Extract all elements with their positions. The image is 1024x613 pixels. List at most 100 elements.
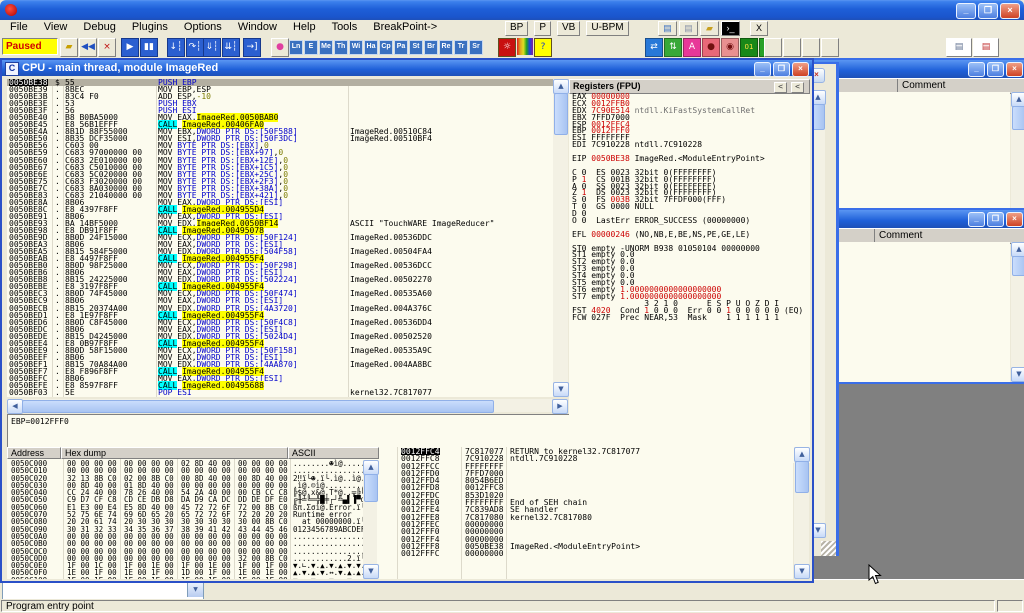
disasm-row[interactable]: 0050BE3B.83C4 F0ADD ESP,-10: [7, 93, 553, 100]
source-icon[interactable]: ▤: [679, 21, 698, 36]
address-column-header[interactable]: Address: [7, 447, 61, 459]
register-line[interactable]: FCW 027F Prec NEAR,53 Mask 1 1 1 1 1 1: [572, 315, 810, 322]
maximize-button[interactable]: ❐: [987, 62, 1004, 77]
menu-item-breakpoint[interactable]: BreakPoint->: [365, 20, 445, 36]
scroll-left-icon[interactable]: ◀: [7, 399, 23, 414]
menu-item-help[interactable]: Help: [285, 20, 324, 36]
register-line[interactable]: EFL 00000246 (NO,NB,E,BE,NS,PE,GE,LE): [572, 232, 810, 239]
disassembly-pane[interactable]: 0050BE38$55PUSH EBP0050BE39.8BECMOV EBP,…: [7, 79, 553, 397]
disasm-row[interactable]: 0050BE38$55PUSH EBP: [7, 79, 553, 86]
toolbar-empty-button[interactable]: [802, 38, 820, 57]
record-button[interactable]: ●: [702, 38, 720, 57]
menu-item-window[interactable]: Window: [230, 20, 285, 36]
scrollbar-thumb[interactable]: [22, 400, 494, 413]
pane-button-re[interactable]: Re: [439, 40, 453, 55]
disasm-hscrollbar[interactable]: ◀ ▶: [7, 399, 568, 412]
hexdump-column-header[interactable]: Hex dump: [61, 447, 288, 459]
close-button[interactable]: ×: [792, 62, 809, 77]
step-over-button[interactable]: ↷┆: [186, 38, 204, 57]
side-window-middle-titlebar[interactable]: _ ❐ ×: [808, 210, 1024, 228]
stack-row[interactable]: 0012FFF80050BE38ImageRed.<ModuleEntryPoi…: [379, 543, 793, 550]
scrollbar[interactable]: ▲ ▼: [1011, 242, 1024, 382]
dump-pane[interactable]: Address Hex dump ASCII 0050C00000 00 00 …: [7, 447, 379, 579]
pane-button-br[interactable]: Br: [424, 40, 438, 55]
resize-grip[interactable]: [821, 541, 836, 556]
close-button[interactable]: ×: [1006, 62, 1023, 77]
maximize-button[interactable]: ❐: [987, 212, 1004, 227]
scrollbar-thumb[interactable]: [554, 93, 568, 135]
pane-button-me[interactable]: Me: [319, 40, 333, 55]
scroll-up-icon[interactable]: ▲: [363, 460, 379, 475]
register-line[interactable]: O 0 LastErr ERROR_SUCCESS (00000000): [572, 218, 810, 225]
registers-pane[interactable]: Registers (FPU) < < EAX 00000000ECX 0012…: [569, 79, 810, 463]
menu-item-options[interactable]: Options: [176, 20, 230, 36]
menu-item-plugins[interactable]: Plugins: [124, 20, 176, 36]
scrollbar-thumb[interactable]: [795, 461, 809, 493]
menu-button-bp[interactable]: BP: [505, 21, 528, 36]
main-titlebar[interactable]: _ ❐ ×: [0, 0, 1024, 20]
scroll-up-icon[interactable]: ▲: [1011, 242, 1024, 257]
animate-over-button[interactable]: ⇊┆: [222, 38, 240, 57]
stack-row[interactable]: 0012FFE87C817080kernel32.7C817080: [379, 514, 793, 521]
folder-icon[interactable]: ▰: [700, 21, 719, 36]
info-pane[interactable]: EBP=0012FFF0: [7, 414, 573, 449]
scroll-up-icon[interactable]: ▲: [794, 447, 810, 462]
stack-row[interactable]: 0012FFF000000000: [379, 528, 793, 535]
toolbar-empty-button[interactable]: [783, 38, 801, 57]
maximize-button[interactable]: ❐: [978, 3, 998, 19]
pane-button-ha[interactable]: Ha: [364, 40, 378, 55]
pane-button-th[interactable]: Th: [334, 40, 348, 55]
appearance-button[interactable]: [517, 38, 533, 55]
pause-button[interactable]: ▮▮: [140, 38, 158, 57]
scroll-down-icon[interactable]: ▼: [553, 382, 569, 397]
pane-button-ln[interactable]: Ln: [289, 40, 303, 55]
pane-button-st[interactable]: St: [409, 40, 423, 55]
stack-row[interactable]: 0012FFD80012FFC8: [379, 484, 793, 491]
registers-scroll-left[interactable]: <: [774, 82, 787, 93]
scrollbar-thumb[interactable]: [1012, 256, 1024, 276]
close-program-button[interactable]: ×: [98, 38, 116, 57]
stack-row[interactable]: 0012FFC47C817077RETURN to kernel32.7C817…: [379, 448, 793, 455]
pane-button-e[interactable]: E: [304, 40, 318, 55]
toolbar-empty-button[interactable]: [821, 38, 839, 57]
command-input[interactable]: [3, 588, 6, 599]
minimize-button[interactable]: _: [968, 212, 985, 227]
pane-button-pa[interactable]: Pa: [394, 40, 408, 55]
command-combobox[interactable]: ▼: [2, 582, 204, 600]
ascii-button[interactable]: A: [683, 38, 701, 57]
scroll-down-icon[interactable]: ▼: [363, 564, 379, 579]
stack-row[interactable]: 0012FFE0FFFFFFFFEnd of SEH chain: [379, 499, 793, 506]
pane-button-cp[interactable]: Cp: [379, 40, 393, 55]
help-button[interactable]: ?: [534, 38, 552, 57]
ascii-column-header[interactable]: ASCII: [288, 447, 379, 459]
stack-row[interactable]: 0012FFCCFFFFFFFF: [379, 463, 793, 470]
stack-row[interactable]: 0012FFD07FFD7000: [379, 470, 793, 477]
scroll-down-icon[interactable]: ▼: [794, 564, 810, 579]
menu-item-debug[interactable]: Debug: [75, 20, 123, 36]
stack-row[interactable]: 0012FFC87C910228ntdll.7C910228: [379, 455, 793, 462]
stack-row[interactable]: 0012FFEC00000000: [379, 521, 793, 528]
animate-into-button[interactable]: ⇓┆: [203, 38, 221, 57]
marker-icon[interactable]: ●: [271, 38, 289, 57]
maximize-button[interactable]: ❐: [773, 62, 790, 77]
dropdown-arrow-icon[interactable]: ▼: [187, 583, 203, 597]
console-icon[interactable]: ›_: [721, 21, 740, 36]
stack-scrollbar[interactable]: ▲ ▼: [794, 447, 809, 579]
run-button[interactable]: ▶: [121, 38, 139, 57]
report-button[interactable]: ▤: [946, 38, 972, 57]
pane-button-wi[interactable]: Wi: [349, 40, 363, 55]
menubar-close-button[interactable]: X: [750, 21, 768, 36]
menu-item-view[interactable]: View: [36, 20, 76, 36]
register-line[interactable]: EDI 7C910228 ntdll.7C910228: [572, 142, 810, 149]
menu-item-tools[interactable]: Tools: [324, 20, 366, 36]
menu-item-file[interactable]: File: [2, 20, 36, 36]
register-line[interactable]: EIP 0050BE38 ImageRed.<ModuleEntryPoint>: [572, 156, 810, 163]
options-gear-button[interactable]: ☼: [498, 38, 516, 57]
comment-column-header[interactable]: Comment: [897, 79, 1009, 93]
scroll-up-icon[interactable]: ▲: [553, 79, 569, 94]
pane-button-tr[interactable]: Tr: [454, 40, 468, 55]
notepad-icon[interactable]: ▤: [658, 21, 677, 36]
disasm-row[interactable]: 0050BE3E.53PUSH EBX: [7, 100, 553, 107]
binary-button[interactable]: 01: [740, 38, 758, 57]
cpu-titlebar[interactable]: C CPU - main thread, module ImageRed _ ❐…: [2, 60, 812, 76]
